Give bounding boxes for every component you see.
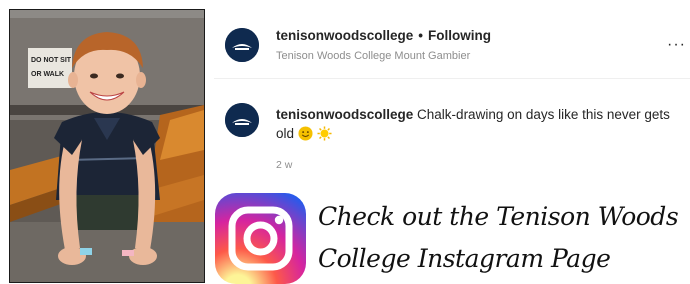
post-photo: DO NOT SIT OR WALK [9,9,205,283]
sign: DO NOT SIT OR WALK [28,48,72,88]
separator-dot: • [418,28,424,43]
instagram-cta: Check out the Tenison Woods College Inst… [318,196,679,280]
college-logo-icon [225,28,259,62]
post-caption: tenisonwoodscollege Chalk-drawing on day… [276,105,676,146]
sign-text-line2: OR WALK [31,71,64,78]
post-header: tenisonwoodscollege • Following Tenison Wo… [214,8,690,79]
caption-avatar[interactable] [225,103,259,137]
cta-line-1: Check out the Tenison Woods [318,202,679,231]
instagram-post-card: tenisonwoodscollege • Following Tenison Wo… [214,8,690,180]
post-location[interactable]: Tenison Woods College Mount Gambier [276,50,470,62]
header-username[interactable]: tenisonwoodscollege [276,28,413,43]
smiling-face-emoji-icon [298,126,313,146]
instagram-logo-icon[interactable] [215,193,306,284]
profile-avatar[interactable] [225,28,259,62]
following-button[interactable]: Following [428,28,491,43]
sun-emoji-icon [317,126,332,146]
cta-line-2: College Instagram Page [318,244,611,273]
more-options-icon[interactable]: ··· [667,36,686,54]
header-username-row: tenisonwoodscollege • Following [276,28,491,43]
college-logo-icon [225,103,259,137]
caption-username[interactable]: tenisonwoodscollege [276,107,413,122]
post-timestamp[interactable]: 2 w [276,159,292,171]
sign-text-line1: DO NOT SIT [31,57,72,64]
